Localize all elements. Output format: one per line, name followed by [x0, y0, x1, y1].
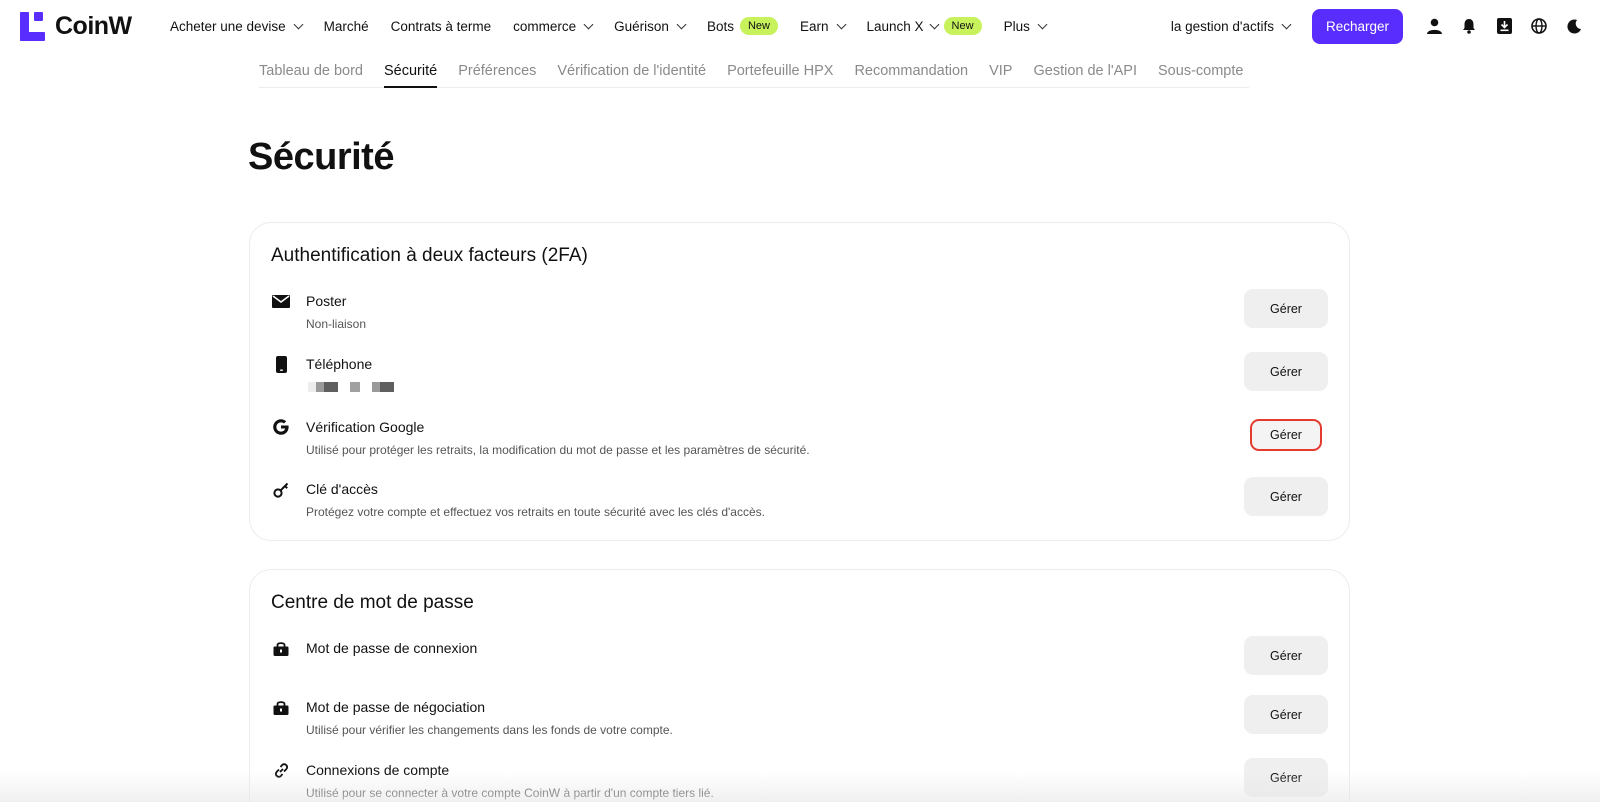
chevron-down-icon	[1281, 19, 1292, 29]
nav-buy-crypto[interactable]: Acheter une devise	[170, 18, 304, 34]
row-title: Téléphone	[306, 356, 373, 372]
lock-icon	[270, 638, 292, 658]
manage-google-verification-button[interactable]: Gérer	[1250, 419, 1322, 451]
tab-dashboard[interactable]: Tableau de bord	[259, 58, 363, 88]
nav-market[interactable]: Marché	[324, 19, 369, 34]
nav-label: Contrats à terme	[390, 18, 492, 34]
nav-trade[interactable]: commerce	[513, 18, 594, 34]
chevron-down-icon	[836, 19, 846, 29]
manage-email-button[interactable]: Gérer	[1244, 289, 1328, 328]
nav-label: Launch X	[866, 18, 924, 34]
row-title: Mot de passe de connexion	[306, 640, 478, 656]
lock-icon	[270, 697, 292, 717]
tab-preferences[interactable]: Préférences	[458, 58, 536, 88]
row-subtitle: Utilisé pour se connecter à votre compte…	[306, 786, 714, 800]
nav-futures[interactable]: Contrats à terme	[391, 19, 492, 34]
row-title: Vérification Google	[306, 419, 425, 435]
recharge-button[interactable]: Recharger	[1311, 8, 1403, 44]
new-badge: New	[943, 17, 982, 35]
chevron-down-icon	[676, 19, 687, 29]
password-row-login: Mot de passe de connexion Gérer	[250, 636, 1349, 690]
tab-security[interactable]: Sécurité	[384, 58, 438, 88]
key-icon	[270, 479, 292, 499]
row-subtitle: Utilisé pour protéger les retraits, la m…	[306, 443, 810, 457]
manage-account-connections-button[interactable]: Gérer	[1244, 758, 1328, 797]
card-title: Authentification à deux facteurs (2FA)	[271, 245, 588, 266]
tab-hpx-wallet[interactable]: Portefeuille HPX	[727, 58, 833, 88]
page-title: Sécurité	[248, 136, 394, 178]
bell-icon[interactable]	[1460, 17, 1478, 35]
tab-api-management[interactable]: Gestion de l'API	[1033, 58, 1137, 88]
globe-icon[interactable]	[1530, 17, 1548, 35]
main-nav: Acheter une devise Marché Contrats à ter…	[170, 0, 1068, 52]
nav-label: Guérison	[614, 18, 669, 34]
download-icon[interactable]	[1495, 17, 1513, 35]
nav-label: Marché	[323, 18, 369, 34]
account-subnav: Tableau de bord Sécurité Préférences Vér…	[259, 58, 1249, 88]
nav-earn[interactable]: Earn	[799, 18, 846, 34]
row-subtitle: Non-liaison	[306, 317, 367, 331]
manage-phone-button[interactable]: Gérer	[1244, 352, 1328, 391]
top-right-actions: la gestion d'actifs Recharger	[1171, 0, 1600, 52]
nav-healing[interactable]: Guérison	[614, 18, 687, 34]
mail-icon	[270, 291, 292, 311]
brand-name: CoinW	[55, 11, 132, 40]
two-fa-row-phone: Téléphone Gérer	[250, 352, 1349, 406]
manage-login-password-button[interactable]: Gérer	[1244, 636, 1328, 675]
chevron-down-icon	[583, 19, 594, 29]
asset-management-menu[interactable]: la gestion d'actifs	[1170, 18, 1292, 34]
row-subtitle: Protégez votre compte et effectuez vos r…	[306, 505, 765, 519]
two-factor-auth-card: Authentification à deux facteurs (2FA) P…	[249, 222, 1350, 541]
card-title: Centre de mot de passe	[271, 592, 474, 613]
manage-trading-password-button[interactable]: Gérer	[1244, 695, 1328, 734]
nav-label: Plus	[1003, 18, 1030, 34]
nav-label: Earn	[799, 18, 829, 34]
chevron-down-icon	[929, 19, 939, 29]
nav-bots[interactable]: Bots New	[707, 17, 778, 35]
new-badge: New	[739, 17, 778, 35]
nav-label: Bots	[706, 18, 734, 34]
nav-launch-x[interactable]: Launch X New	[867, 17, 982, 35]
nav-label: commerce	[513, 18, 577, 34]
row-title: Clé d'accès	[306, 481, 378, 497]
row-title: Connexions de compte	[306, 762, 450, 778]
user-icon[interactable]	[1425, 17, 1443, 35]
tab-sub-account[interactable]: Sous-compte	[1158, 58, 1243, 88]
moon-icon[interactable]	[1565, 17, 1583, 35]
coinw-logo-mark-icon	[20, 11, 45, 41]
coinw-logo[interactable]: CoinW	[20, 11, 132, 41]
row-title: Mot de passe de négociation	[306, 699, 486, 715]
google-icon	[270, 417, 292, 437]
link-icon	[270, 760, 292, 780]
tab-identity-verification[interactable]: Vérification de l'identité	[557, 58, 706, 88]
password-row-trading: Mot de passe de négociation Utilisé pour…	[250, 695, 1349, 749]
asset-management-label: la gestion d'actifs	[1170, 18, 1274, 34]
chevron-down-icon	[1037, 19, 1048, 29]
phone-icon	[270, 354, 292, 374]
top-navigation-bar: CoinW Acheter une devise Marché Contrats…	[0, 0, 1600, 52]
manage-passkey-button[interactable]: Gérer	[1244, 477, 1328, 516]
row-title: Poster	[306, 293, 347, 309]
row-subtitle: Utilisé pour vérifier les changements da…	[306, 723, 673, 737]
password-center-card: Centre de mot de passe Mot de passe de c…	[249, 569, 1350, 802]
nav-label: Acheter une devise	[170, 18, 286, 34]
tab-vip[interactable]: VIP	[989, 58, 1012, 88]
password-row-account-connections: Connexions de compte Utilisé pour se con…	[250, 758, 1349, 802]
tab-referral[interactable]: Recommandation	[854, 58, 968, 88]
chevron-down-icon	[293, 19, 304, 29]
two-fa-row-passkey: Clé d'accès Protégez votre compte et eff…	[250, 477, 1349, 531]
masked-phone-number	[308, 382, 394, 392]
nav-more[interactable]: Plus	[1003, 18, 1048, 34]
two-fa-row-email: Poster Non-liaison Gérer	[250, 289, 1349, 343]
two-fa-row-google: Vérification Google Utilisé pour protége…	[250, 415, 1349, 469]
